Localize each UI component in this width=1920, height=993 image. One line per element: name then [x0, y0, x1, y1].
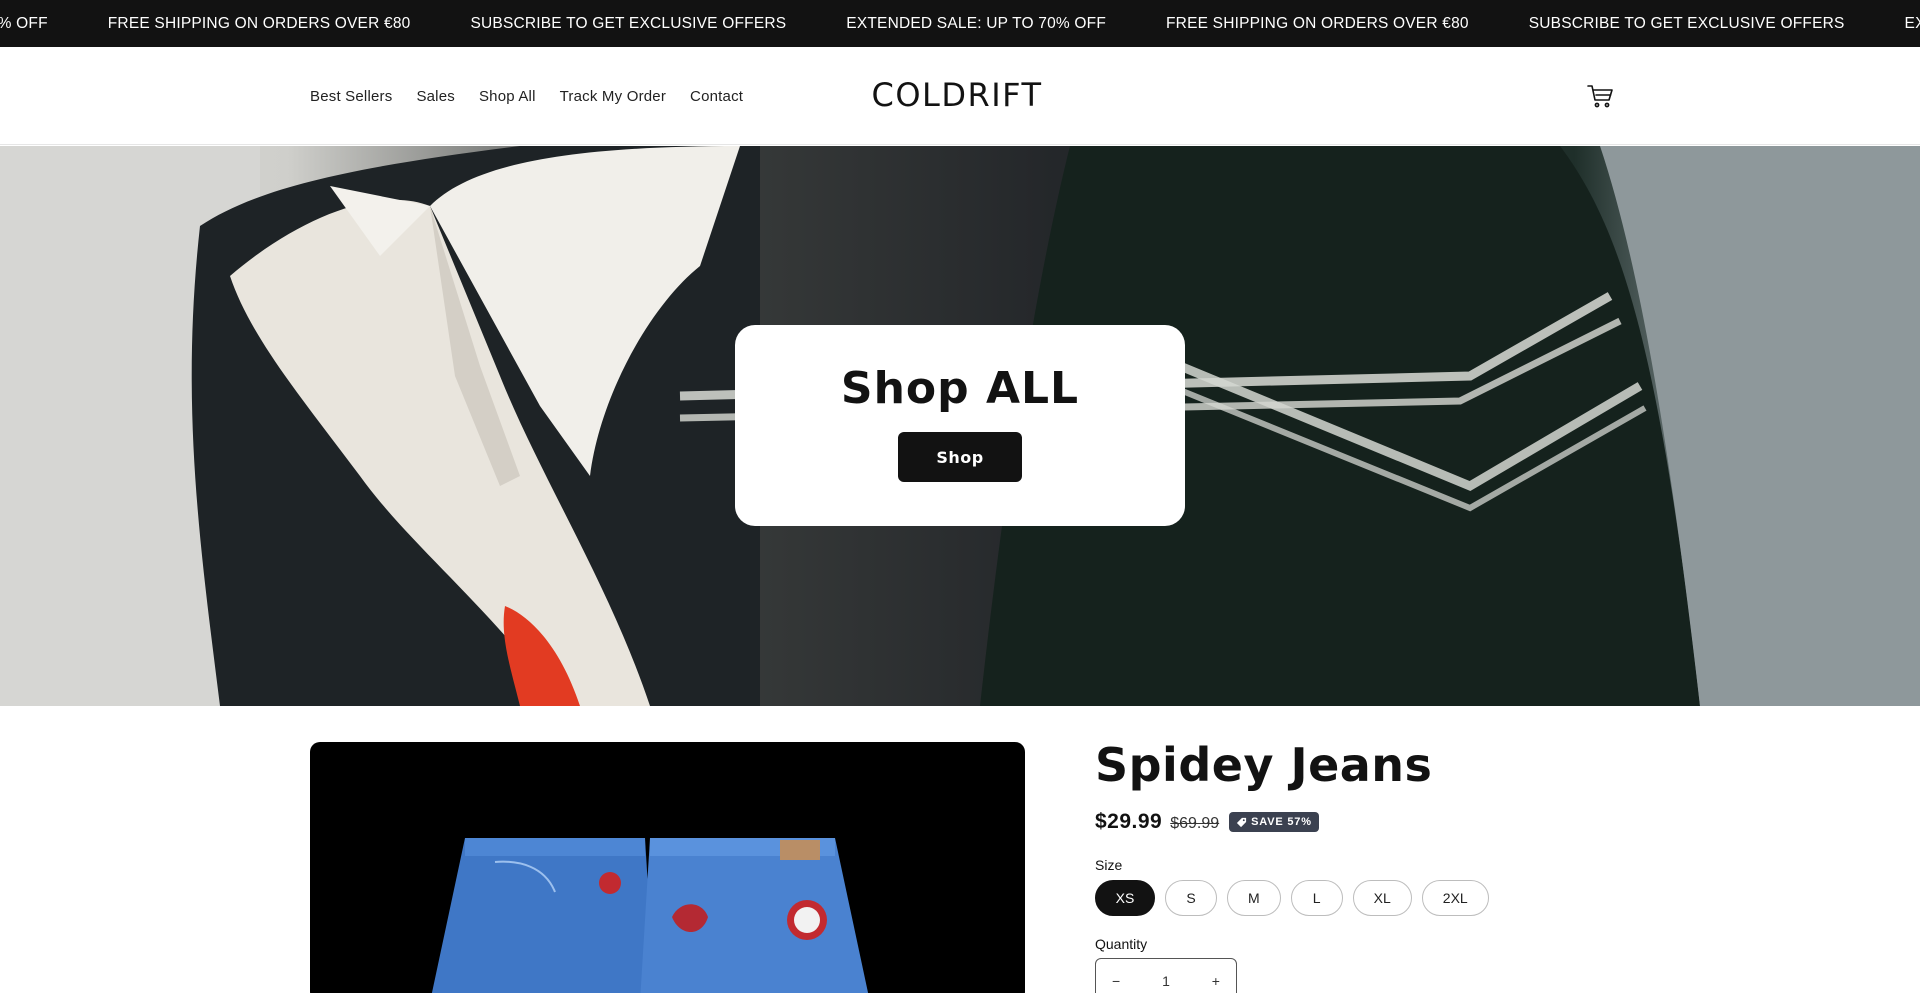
quantity-input[interactable]: 1: [1162, 973, 1170, 989]
quantity-label: Quantity: [1095, 936, 1148, 952]
size-option-xl[interactable]: XL: [1352, 880, 1412, 916]
announcement-item: FREE SHIPPING ON ORDERS OVER €80: [107, 14, 411, 32]
nav-track-my-order[interactable]: Track My Order: [560, 88, 666, 105]
announcement-item: UP TO 70% OFF: [0, 14, 48, 32]
size-option-m[interactable]: M: [1227, 880, 1281, 916]
main-nav: Best Sellers Sales Shop All Track My Ord…: [310, 47, 743, 145]
hero-title: Shop ALL: [840, 363, 1080, 414]
compare-price: $69.99: [1170, 814, 1220, 832]
announcement-item: EXTENDED SALE: UP TO 70% OFF: [846, 14, 1107, 32]
nav-sales[interactable]: Sales: [416, 88, 455, 105]
quantity-increase-button[interactable]: +: [1212, 973, 1220, 989]
sale-badge-label: SAVE 57%: [1251, 816, 1312, 828]
tag-icon: [1237, 817, 1247, 827]
site-header: Best Sellers Sales Shop All Track My Ord…: [0, 47, 1920, 145]
hero-card: Shop ALL Shop: [735, 325, 1185, 526]
price-row: $29.99 $69.99 SAVE 57%: [1095, 810, 1319, 834]
product-image[interactable]: [310, 742, 1025, 993]
shop-button[interactable]: Shop: [898, 432, 1022, 482]
jeans-image: [431, 838, 869, 993]
cart-icon[interactable]: [1586, 83, 1614, 109]
nav-shop-all[interactable]: Shop All: [479, 88, 536, 105]
announcement-item: EXTENDED SALE:: [1904, 14, 1920, 32]
product-title: Spidey Jeans: [1095, 738, 1433, 792]
sale-price: $29.99: [1095, 810, 1163, 833]
announcement-track: UP TO 70% OFF FREE SHIPPING ON ORDERS OV…: [0, 0, 1920, 47]
hero-banner: Shop ALL Shop: [0, 146, 1920, 706]
size-option-s[interactable]: S: [1165, 880, 1217, 916]
announcement-bar: UP TO 70% OFF FREE SHIPPING ON ORDERS OV…: [0, 0, 1920, 47]
announcement-item: SUBSCRIBE TO GET EXCLUSIVE OFFERS: [470, 14, 787, 32]
announcement-item: SUBSCRIBE TO GET EXCLUSIVE OFFERS: [1528, 14, 1845, 32]
size-option-2xl[interactable]: 2XL: [1421, 880, 1489, 916]
size-option-l[interactable]: L: [1290, 880, 1343, 916]
sale-badge: SAVE 57%: [1229, 812, 1319, 832]
announcement-item: FREE SHIPPING ON ORDERS OVER €80: [1166, 14, 1469, 32]
site-logo[interactable]: COLDRIFT: [871, 76, 1041, 114]
size-label: Size: [1095, 857, 1123, 873]
size-option-xs[interactable]: XS: [1095, 880, 1155, 916]
product-info: Spidey Jeans $29.99 $69.99 SAVE 57% Size…: [1095, 738, 1615, 993]
size-selector: XS S M L XL 2XL: [1095, 880, 1489, 916]
nav-contact[interactable]: Contact: [690, 88, 743, 105]
quantity-stepper: − 1 +: [1095, 958, 1237, 993]
nav-best-sellers[interactable]: Best Sellers: [310, 88, 392, 105]
quantity-decrease-button[interactable]: −: [1112, 973, 1120, 989]
